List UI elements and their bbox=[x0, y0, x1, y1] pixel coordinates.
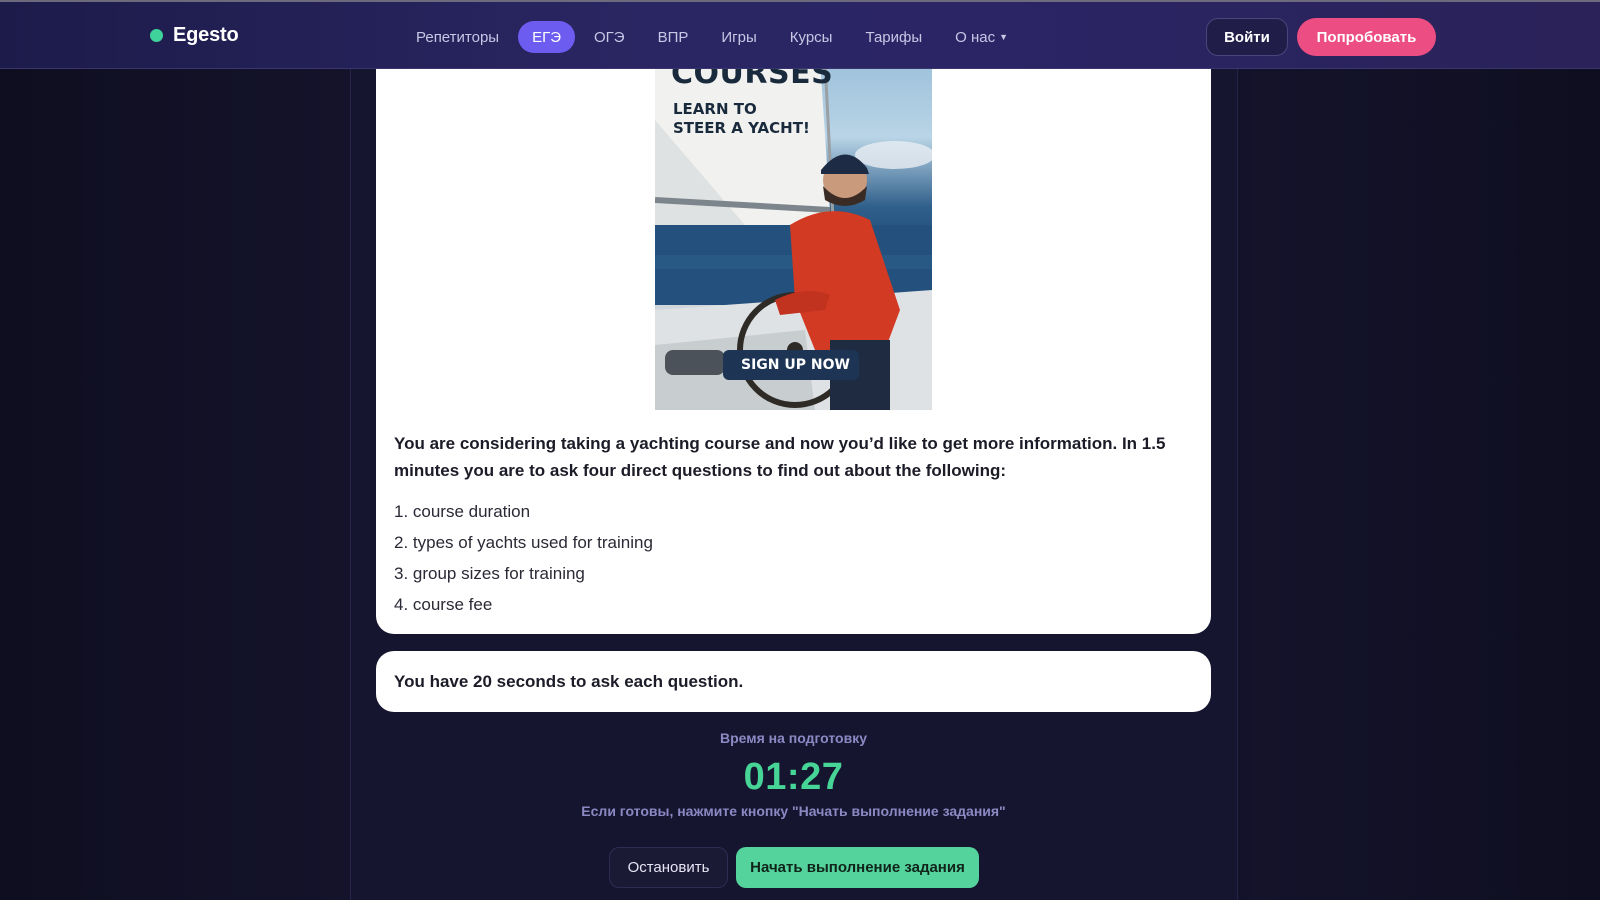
prep-label: Время на подготовку bbox=[720, 730, 867, 746]
background-left bbox=[0, 0, 350, 900]
logo[interactable]: Egesto bbox=[150, 24, 239, 47]
start-task-button[interactable]: Начать выполнение задания bbox=[736, 847, 979, 888]
list-item: 4. course fee bbox=[394, 595, 493, 614]
login-button[interactable]: Войти bbox=[1206, 18, 1288, 56]
nav-item-ege[interactable]: ЕГЭ bbox=[518, 21, 575, 53]
nav-item-games[interactable]: Игры bbox=[707, 21, 770, 53]
nav-item-about-label: О нас bbox=[955, 28, 996, 46]
yacht-course-poster: COURSES LEARN TO STEER A YACHT! SIGN UP … bbox=[655, 60, 932, 410]
poster-cta: SIGN UP NOW bbox=[723, 350, 859, 380]
nav-item-oge[interactable]: ОГЭ bbox=[580, 21, 639, 53]
nav-item-tutors[interactable]: Репетиторы bbox=[408, 21, 513, 53]
nav-item-courses[interactable]: Курсы bbox=[776, 21, 847, 53]
prep-hint: Если готовы, нажмите кнопку "Начать выпо… bbox=[581, 803, 1006, 819]
task-list: 1. course duration 2. types of yachts us… bbox=[394, 496, 653, 620]
brand-name: Egesto bbox=[173, 24, 239, 46]
try-button[interactable]: Попробовать bbox=[1297, 18, 1436, 56]
nav-item-vpr[interactable]: ВПР bbox=[644, 21, 703, 53]
list-item: 1. course duration bbox=[394, 502, 531, 521]
logo-dot-icon bbox=[150, 29, 163, 42]
list-item: 3. group sizes for training bbox=[394, 564, 585, 583]
task-card: COURSES LEARN TO STEER A YACHT! SIGN UP … bbox=[376, 60, 1211, 634]
time-note: You have 20 seconds to ask each question… bbox=[376, 651, 1211, 712]
stop-button[interactable]: Остановить bbox=[609, 847, 728, 888]
main-nav: Репетиторы ЕГЭ ОГЭ ВПР Игры Курсы Тарифы… bbox=[408, 20, 1027, 54]
caret-down-icon: ▼ bbox=[999, 32, 1009, 42]
nav-item-about[interactable]: О нас ▼ bbox=[941, 21, 1022, 53]
poster-subtitle: LEARN TO STEER A YACHT! bbox=[673, 100, 810, 137]
task-question: You are considering taking a yachting co… bbox=[394, 434, 1166, 480]
nav-item-pricing[interactable]: Тарифы bbox=[851, 21, 936, 53]
site-header: Egesto Репетиторы ЕГЭ ОГЭ ВПР Игры Курсы… bbox=[0, 0, 1600, 69]
list-item: 2. types of yachts used for training bbox=[394, 533, 653, 552]
background-right bbox=[1250, 0, 1600, 900]
prep-timer: 01:27 bbox=[743, 756, 844, 798]
